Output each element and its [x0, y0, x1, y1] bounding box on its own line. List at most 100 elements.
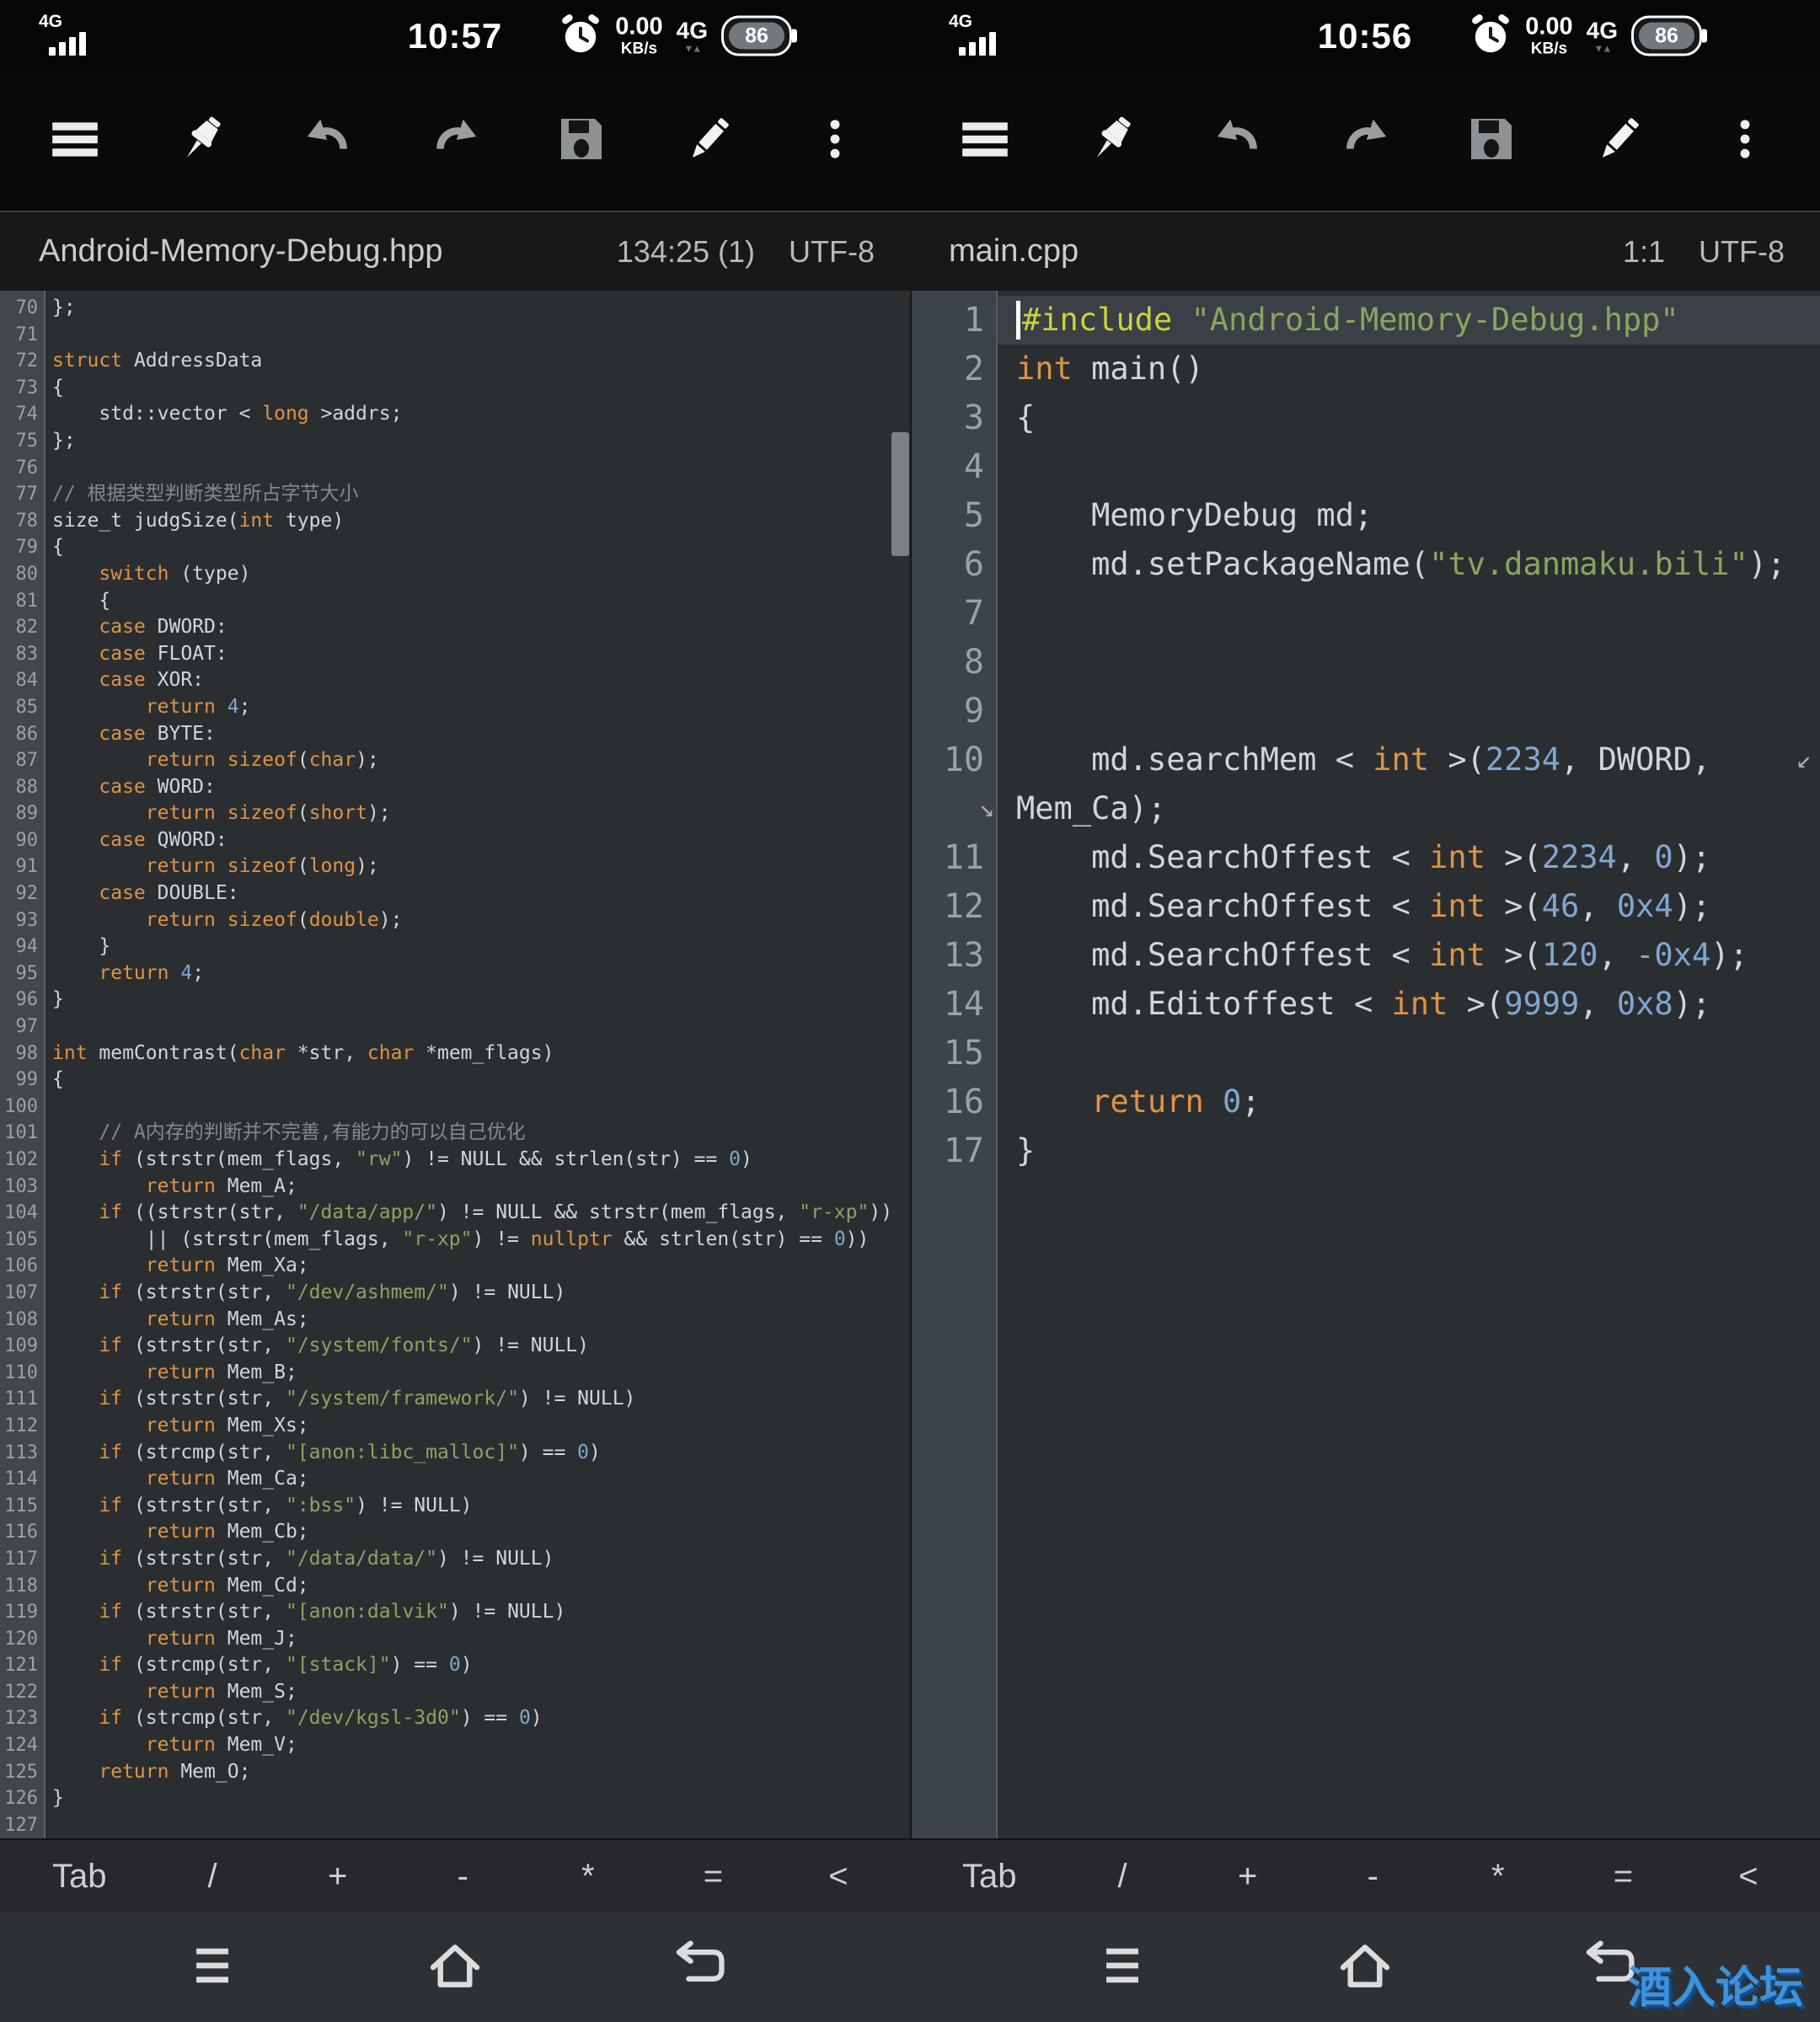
editor-pane-left[interactable]: 70};7172struct AddressData73{74 std::vec…: [0, 291, 910, 1838]
code-text: return 4;: [46, 694, 910, 721]
battery-indicator: 86: [721, 16, 792, 56]
key-tab[interactable]: Tab: [962, 1858, 1017, 1896]
symbol-bar-right: Tab / + - * = <: [910, 1840, 1820, 1912]
file-name: Android-Memory-Debug.hpp: [39, 233, 617, 270]
nav-menu-button[interactable]: [1084, 1929, 1160, 2005]
code-text: return sizeof(char);: [46, 747, 910, 774]
edit-icon: [682, 112, 736, 170]
status-bar-row: 4G 10:57 0.00KB/s 4G▼▲ 86: [0, 0, 1820, 72]
cursor-position: 1:1: [1623, 234, 1665, 270]
menu-button[interactable]: [949, 105, 1021, 178]
traffic-arrows-icon: ▼▲: [683, 43, 700, 53]
code-text: return Mem_B;: [46, 1360, 910, 1387]
line-number: 106: [0, 1253, 46, 1280]
key-/[interactable]: /: [193, 1858, 232, 1896]
code-line: 122 return Mem_S;: [0, 1679, 910, 1706]
code-text: return 0;: [998, 1078, 1820, 1126]
key-<[interactable]: <: [819, 1858, 858, 1896]
line-number: 95: [0, 960, 46, 987]
line-number: 17: [912, 1126, 998, 1175]
battery-level: 86: [1639, 23, 1694, 50]
save-button[interactable]: [1455, 105, 1528, 178]
key-*[interactable]: *: [1479, 1858, 1518, 1896]
split-screen-editor: 4G 10:57 0.00KB/s 4G▼▲ 86: [0, 0, 1820, 2022]
line-number: 70: [0, 295, 46, 322]
code-line: 119 if (strstr(str, "[anon:dalvik") != N…: [0, 1599, 910, 1626]
code-line: 75};: [0, 428, 910, 455]
code-text: {: [46, 1067, 910, 1094]
code-area: 1#include "Android-Memory-Debug.hpp"2int…: [912, 291, 1820, 1175]
line-number: 121: [0, 1652, 46, 1679]
line-number: 79: [0, 534, 46, 561]
code-line: 6 md.setPackageName("tv.danmaku.bili");: [912, 540, 1820, 589]
mobile-network-type: 4G▼▲: [677, 19, 708, 53]
code-line: 107 if (strstr(str, "/dev/ashmem/") != N…: [0, 1280, 910, 1307]
line-number: 87: [0, 747, 46, 774]
code-line: 94 }: [0, 933, 910, 960]
symbol-bar-row: Tab / + - * = < Tab / + - * = <: [0, 1838, 1820, 1912]
line-number: 8: [912, 638, 998, 687]
code-text: case BYTE:: [46, 721, 910, 748]
line-number: 11: [912, 833, 998, 882]
key-<[interactable]: <: [1729, 1858, 1768, 1896]
code-text: return Mem_S;: [46, 1679, 910, 1706]
line-number: 83: [0, 641, 46, 668]
edit-button[interactable]: [672, 105, 745, 178]
editor-pane-right[interactable]: 1#include "Android-Memory-Debug.hpp"2int…: [910, 291, 1820, 1838]
menu-button[interactable]: [39, 105, 111, 178]
code-line: 16 return 0;: [912, 1078, 1820, 1126]
code-text: return 4;: [46, 960, 910, 987]
code-line: 70};: [0, 295, 910, 322]
code-text: if (strstr(str, ":bss") != NULL): [46, 1493, 910, 1520]
code-text: // 根据类型判断类型所占字节大小: [46, 481, 910, 508]
pin-icon: [1083, 110, 1140, 172]
pin-button[interactable]: [165, 105, 238, 178]
code-line: 105 || (strstr(mem_flags, "r-xp") != nul…: [0, 1227, 910, 1254]
nav-home-button[interactable]: [417, 1929, 493, 2005]
redo-button[interactable]: [419, 105, 491, 178]
redo-button[interactable]: [1329, 105, 1401, 178]
code-line: 84 case XOR:: [0, 667, 910, 694]
key-+[interactable]: +: [1228, 1858, 1267, 1896]
pin-button[interactable]: [1075, 105, 1148, 178]
undo-button[interactable]: [1202, 105, 1275, 178]
network-speed: 0.00KB/s: [615, 15, 662, 57]
line-number: 101: [0, 1120, 46, 1147]
code-line: 96}: [0, 987, 910, 1014]
edit-button[interactable]: [1582, 105, 1655, 178]
scrollbar-thumb[interactable]: [891, 432, 909, 556]
key-/[interactable]: /: [1103, 1858, 1142, 1896]
nav-menu-button[interactable]: [174, 1929, 250, 2005]
code-line: 92 case DOUBLE:: [0, 880, 910, 907]
code-text: switch (type): [46, 561, 910, 588]
key--[interactable]: -: [443, 1858, 482, 1896]
key-=[interactable]: =: [1603, 1858, 1642, 1896]
key-tab[interactable]: Tab: [52, 1858, 107, 1896]
code-line: 8: [912, 638, 1820, 687]
more-button[interactable]: [799, 105, 871, 178]
key-*[interactable]: *: [569, 1858, 608, 1896]
undo-button[interactable]: [292, 105, 365, 178]
nav-menu-icon: [1089, 1932, 1156, 2003]
battery-indicator: 86: [1631, 16, 1702, 56]
more-button[interactable]: [1709, 105, 1781, 178]
code-line: 2int main(): [912, 345, 1820, 393]
code-line: 86 case BYTE:: [0, 721, 910, 748]
alarm-clock-icon: [1469, 13, 1512, 59]
line-number: 111: [0, 1386, 46, 1413]
code-text: if (strcmp(str, "[anon:libc_malloc]") ==…: [46, 1440, 910, 1467]
line-number: 115: [0, 1493, 46, 1520]
code-text: || (strstr(mem_flags, "r-xp") != nullptr…: [46, 1227, 910, 1254]
code-text: case QWORD:: [46, 827, 910, 854]
save-button[interactable]: [545, 105, 618, 178]
code-text: if (strstr(str, "/system/fonts/") != NUL…: [46, 1333, 910, 1360]
line-number: 76: [0, 455, 46, 482]
code-line: 14 md.Editoffest < int >(9999, 0x8);: [912, 980, 1820, 1029]
key--[interactable]: -: [1353, 1858, 1392, 1896]
file-name: main.cpp: [949, 233, 1623, 270]
nav-home-button[interactable]: [1327, 1929, 1403, 2005]
key-=[interactable]: =: [693, 1858, 732, 1896]
nav-back-button[interactable]: [660, 1929, 736, 2005]
status-bar-right: 4G 10:56 0.00KB/s 4G▼▲ 86: [910, 0, 1820, 72]
key-+[interactable]: +: [318, 1858, 357, 1896]
